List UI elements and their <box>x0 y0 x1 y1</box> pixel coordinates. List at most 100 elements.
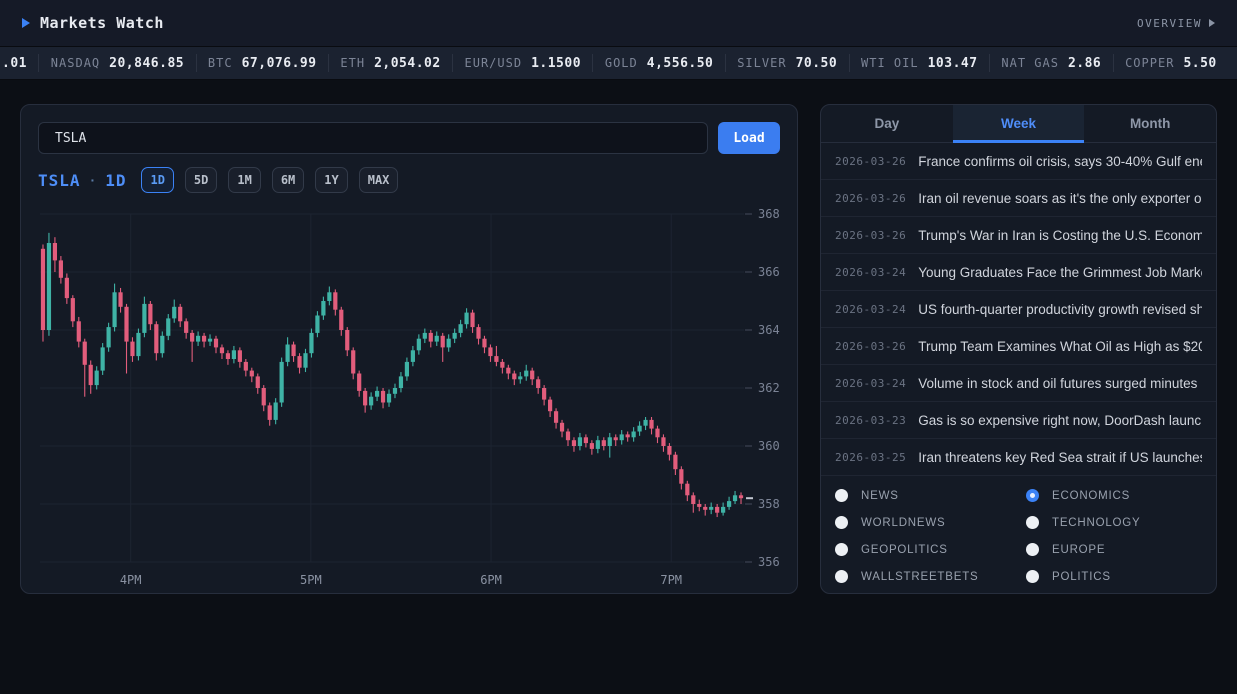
news-row[interactable]: 2026-03-24US fourth-quarter productivity… <box>821 291 1216 328</box>
svg-text:356: 356 <box>758 555 780 569</box>
news-panel: DayWeekMonth 2026-03-26 France confirms o… <box>820 104 1217 594</box>
news-row[interactable]: 2026-03-26 Trump Team Examines What Oil a… <box>821 328 1216 365</box>
news-headline: Young Graduates Face the Grimmest Job Ma… <box>918 265 1202 280</box>
svg-text:368: 368 <box>758 207 780 221</box>
radio-politics[interactable] <box>1026 570 1039 583</box>
filter-label-geopolitics: GEOPOLITICS <box>861 544 948 556</box>
ticker-divider <box>328 54 329 72</box>
ticker-partial-value: .01 <box>2 56 27 71</box>
news-row[interactable]: 2026-03-24Volume in stock and oil future… <box>821 365 1216 402</box>
news-row[interactable]: 2026-03-26Iran oil revenue soars as it's… <box>821 180 1216 217</box>
ticker-label: EUR/USD <box>465 56 523 70</box>
filter-option-wallstreetbets[interactable]: WALLSTREETBETS <box>835 570 1026 583</box>
radio-europe[interactable] <box>1026 543 1039 556</box>
market-ticker-bar: .01 NASDAQ 20,846.85 BTC 67,076.99 ETH2,054.0… <box>0 46 1237 80</box>
filter-option-europe[interactable]: EUROPE <box>1026 543 1202 556</box>
timeframe-button-1m[interactable]: 1M <box>228 167 260 193</box>
news-date: 2026-03-25 <box>835 451 906 464</box>
ticker-item-wtioil: WTI OIL 103.47 <box>861 56 978 71</box>
news-date: 2026-03-23 <box>835 414 906 427</box>
news-row[interactable]: 2026-03-26France confirms oil crisis, sa… <box>821 143 1216 180</box>
timeframe-button-1d[interactable]: 1D <box>141 167 173 193</box>
price-chart-svg: 3563583603623643663684PM5PM6PM7PM <box>38 201 782 585</box>
symbol-input[interactable] <box>38 122 708 154</box>
radio-news[interactable] <box>835 489 848 502</box>
ticker-value: 20,846.85 <box>109 56 184 71</box>
ticker-divider <box>849 54 850 72</box>
svg-text:366: 366 <box>758 265 780 279</box>
news-row[interactable]: 2026-03-24Young Graduates Face the Grimm… <box>821 254 1216 291</box>
filter-label-worldnews: WORLDNEWS <box>861 517 946 529</box>
ticker-item-eurusd: EUR/USD 1.1500 <box>465 56 582 71</box>
ticker-value: 67,076.99 <box>242 56 317 71</box>
radio-geopolitics[interactable] <box>835 543 848 556</box>
ticker-item-gold: GOLD4,556.50 <box>605 56 714 71</box>
ticker-label: SILVER <box>737 56 786 70</box>
ticker-item-nasdaq: NASDAQ 20,846.85 <box>51 56 184 71</box>
news-list: 2026-03-26 France confirms oil crisis, sa… <box>821 143 1216 476</box>
tab-month[interactable]: Month <box>1084 105 1216 142</box>
ticker-value: 5.50 <box>1183 56 1216 71</box>
svg-text:6PM: 6PM <box>480 573 502 585</box>
radio-technology[interactable] <box>1026 516 1039 529</box>
ticker-label: BTC <box>208 56 233 70</box>
ticker-divider <box>196 54 197 72</box>
filter-option-geopolitics[interactable]: GEOPOLITICS <box>835 543 1026 556</box>
filter-option-economics[interactable]: ECONOMICS <box>1026 489 1202 502</box>
tab-day[interactable]: Day <box>821 105 953 142</box>
timeframe-button-max[interactable]: MAX <box>359 167 399 193</box>
filter-label-politics: POLITICS <box>1052 571 1111 583</box>
candlestick-chart: 3563583603623643663684PM5PM6PM7PM <box>38 201 780 590</box>
news-headline: France confirms oil crisis, says 30-40% … <box>918 154 1202 169</box>
news-filter-group: NEWSECONOMICS WORLDNEWS TECHNOLOGY GEOPOLIT… <box>821 476 1216 594</box>
timeframe-button-1y[interactable]: 1Y <box>315 167 347 193</box>
news-row[interactable]: 2026-03-26Trump's War in Iran is Costing… <box>821 217 1216 254</box>
filter-option-politics[interactable]: POLITICS <box>1026 570 1202 583</box>
svg-text:7PM: 7PM <box>660 573 682 585</box>
filter-option-worldnews[interactable]: WORLDNEWS <box>835 516 1026 529</box>
ticker-value: 103.47 <box>928 56 978 71</box>
ticker-item-eth: ETH2,054.02 <box>340 56 440 71</box>
timeframe-button-group: 1D 5D 1M 6M 1Y MAX <box>141 167 398 193</box>
news-date: 2026-03-26 <box>835 340 906 353</box>
news-row[interactable]: 2026-03-25 Iran threatens key Red Sea str… <box>821 439 1216 476</box>
timeframe-button-5d[interactable]: 5D <box>185 167 217 193</box>
chart-panel: Load TSLA · 1D 1D5D1M6M1YMAX 35635836036… <box>20 104 798 594</box>
svg-text:358: 358 <box>758 497 780 511</box>
radio-wallstreetbets[interactable] <box>835 570 848 583</box>
filter-option-technology[interactable]: TECHNOLOGY <box>1026 516 1202 529</box>
news-date: 2026-03-24 <box>835 377 906 390</box>
ticker-value: 1.1500 <box>531 56 581 71</box>
ticker-item-copper: COPPER5.50 <box>1125 56 1217 71</box>
title-triangle-icon <box>22 18 30 28</box>
news-headline: Gas is so expensive right now, DoorDash … <box>918 413 1202 428</box>
ticker-divider <box>989 54 990 72</box>
ticker-item-partial: .01 <box>2 56 27 71</box>
radio-economics[interactable] <box>1026 489 1039 502</box>
filter-label-europe: EUROPE <box>1052 544 1105 556</box>
ticker-divider <box>725 54 726 72</box>
ticker-item-silver: SILVER 70.50 <box>737 56 837 71</box>
ticker-value: 70.50 <box>796 56 838 71</box>
tab-week[interactable]: Week <box>953 105 1085 142</box>
ticker-label: WTI OIL <box>861 56 919 70</box>
filter-option-news[interactable]: NEWS <box>835 489 1026 502</box>
ticker-label: NASDAQ <box>51 56 100 70</box>
ticker-label: ETH <box>340 56 365 70</box>
news-headline: Iran threatens key Red Sea strait if US … <box>918 450 1202 465</box>
page-title: Markets Watch <box>40 14 164 32</box>
svg-text:362: 362 <box>758 381 780 395</box>
timeframe-button-6m[interactable]: 6M <box>272 167 304 193</box>
news-headline: Trump Team Examines What Oil as High as … <box>918 339 1202 354</box>
svg-text:4PM: 4PM <box>120 573 142 585</box>
load-button[interactable]: Load <box>718 122 780 154</box>
ticker-divider <box>452 54 453 72</box>
news-row[interactable]: 2026-03-23 Gas is so expensive right now,… <box>821 402 1216 439</box>
overview-link[interactable]: OVERVIEW <box>1137 17 1215 30</box>
filter-label-technology: TECHNOLOGY <box>1052 517 1141 529</box>
ticker-value: 4,556.50 <box>647 56 714 71</box>
ticker-item-btc: BTC 67,076.99 <box>208 56 317 71</box>
svg-text:360: 360 <box>758 439 780 453</box>
radio-worldnews[interactable] <box>835 516 848 529</box>
news-date: 2026-03-24 <box>835 303 906 316</box>
